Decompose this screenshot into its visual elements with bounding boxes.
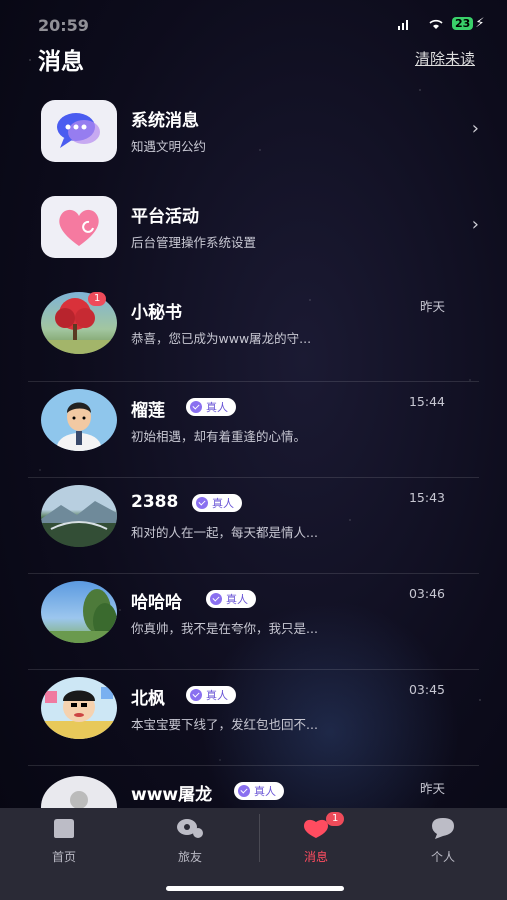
home-icon — [54, 819, 74, 838]
check-icon — [190, 401, 202, 413]
avatar — [41, 677, 117, 739]
message-preview: 初始相遇，却有着重逢的心情。 — [131, 429, 307, 444]
message-preview: 你真帅，我不是在夸你，我只是... — [131, 621, 318, 636]
message-preview: 本宝宝要下线了，发红包也回不... — [131, 717, 318, 732]
message-time: 昨天 — [419, 299, 445, 314]
clear-unread-button[interactable]: 清除未读 — [415, 48, 475, 69]
charging-icon: ⚡ — [475, 16, 485, 31]
message-time: 15:44 — [408, 394, 445, 409]
platform-activity-row[interactable]: 平台活动 后台管理操作系统设置 › — [0, 188, 507, 284]
contact-name: 2388 — [131, 492, 179, 512]
contact-name: www屠龙 — [131, 785, 213, 805]
tab-travel-friends[interactable]: 旅友 — [140, 816, 240, 865]
avatar — [41, 389, 117, 451]
row-subtitle: 知遇文明公约 — [131, 139, 207, 154]
row-title: 平台活动 — [131, 207, 199, 227]
tab-messages[interactable]: 1 消息 — [266, 812, 366, 865]
contact-name: 北枫 — [131, 689, 165, 709]
avatar — [41, 776, 117, 808]
message-preview: 恭喜，您已成为www屠龙的守... — [131, 331, 312, 346]
page-header: 消息 清除未读 — [0, 42, 507, 75]
conversation-row[interactable]: www屠龙 真人 昨天 — [0, 766, 507, 808]
conversation-row[interactable]: 1 小秘书 昨天 恭喜，您已成为www屠龙的守... — [0, 286, 507, 382]
check-icon — [210, 593, 222, 605]
tab-label: 旅友 — [177, 850, 202, 864]
signal-icon — [398, 20, 408, 30]
tab-profile[interactable]: 个人 — [393, 816, 493, 865]
tab-badge: 1 — [326, 812, 345, 826]
conversation-row[interactable]: 哈哈哈 真人 03:46 你真帅，我不是在夸你，我只是... — [0, 574, 507, 670]
message-time: 昨天 — [419, 781, 445, 796]
row-title: 系统消息 — [131, 111, 199, 131]
page-title: 消息 — [38, 49, 84, 75]
verified-badge: 真人 — [192, 494, 242, 512]
message-time: 15:43 — [408, 490, 445, 505]
verified-badge: 真人 — [234, 782, 284, 800]
battery-indicator: 23 ⚡ — [452, 16, 484, 31]
status-bar: 20:59 23 ⚡ — [0, 14, 507, 38]
check-icon — [190, 689, 202, 701]
profile-icon — [432, 818, 454, 839]
verified-badge: 真人 — [186, 686, 236, 704]
conversation-row[interactable]: 北枫 真人 03:45 本宝宝要下线了，发红包也回不... — [0, 670, 507, 766]
home-indicator — [166, 886, 344, 891]
tab-label: 首页 — [51, 850, 76, 864]
row-subtitle: 后台管理操作系统设置 — [131, 235, 257, 250]
chat-bubble-icon — [41, 100, 117, 162]
friends-icon — [177, 819, 203, 838]
message-preview: 和对的人在一起，每天都是情人... — [131, 525, 318, 540]
check-icon — [238, 785, 250, 797]
tab-divider — [259, 814, 260, 862]
message-time: 03:45 — [408, 682, 445, 697]
battery-level: 23 — [452, 17, 474, 30]
tab-label: 消息 — [303, 850, 328, 864]
chevron-right-icon: › — [471, 118, 479, 139]
wifi-icon — [429, 19, 443, 29]
check-icon — [196, 497, 208, 509]
heart-icon — [41, 196, 117, 258]
status-time: 20:59 — [38, 16, 89, 35]
contact-name: 哈哈哈 — [131, 593, 182, 613]
chevron-right-icon: › — [471, 214, 479, 235]
unread-badge: 1 — [88, 292, 107, 306]
verified-badge: 真人 — [206, 590, 256, 608]
system-messages-row[interactable]: 系统消息 知遇文明公约 › — [0, 92, 507, 188]
contact-name: 小秘书 — [131, 303, 182, 323]
message-time: 03:46 — [408, 586, 445, 601]
conversation-row[interactable]: 2388 真人 15:43 和对的人在一起，每天都是情人... — [0, 478, 507, 574]
tab-label: 个人 — [430, 850, 455, 864]
tab-home[interactable]: 首页 — [14, 816, 114, 865]
avatar — [41, 581, 117, 643]
conversation-row[interactable]: 榴莲 真人 15:44 初始相遇，却有着重逢的心情。 — [0, 382, 507, 478]
avatar — [41, 485, 117, 547]
contact-name: 榴莲 — [131, 401, 165, 421]
verified-badge: 真人 — [186, 398, 236, 416]
